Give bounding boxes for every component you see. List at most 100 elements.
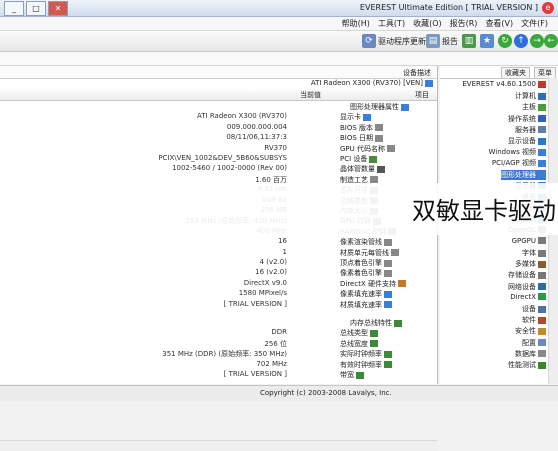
property-row[interactable]: 材质单元每管线 <box>340 248 399 258</box>
tree-item-icon <box>538 305 546 313</box>
caption-overlay: 双敏显卡驱动 <box>0 183 558 235</box>
tree-item[interactable]: 服务器 <box>515 125 546 135</box>
property-label: GPU 代码名称 <box>340 144 385 153</box>
menu-view[interactable]: 查看(V) <box>485 18 513 29</box>
property-row[interactable]: 像素渲染管线 <box>340 237 392 247</box>
minimize-button[interactable]: _ <box>4 1 24 16</box>
property-row[interactable]: 显示卡 <box>340 112 371 122</box>
property-row[interactable]: 有效时钟频率 <box>340 360 392 370</box>
report-icon[interactable]: ▤ <box>426 34 440 48</box>
property-icon <box>384 269 392 277</box>
property-label: BIOS 日期 <box>340 134 374 143</box>
property-row[interactable]: 总线类型 <box>340 328 378 338</box>
tree-item[interactable]: DirectX <box>510 293 546 303</box>
property-label: 像素着色引擎 <box>340 269 382 278</box>
property-row[interactable]: 像素着色引擎 <box>340 268 392 278</box>
tab-menu[interactable]: 菜单 <box>534 67 556 78</box>
tree-item[interactable]: 数据库 <box>515 349 546 359</box>
property-value: 1580 MPixel/s <box>238 289 287 298</box>
property-value: [ TRIAL VERSION ] <box>223 370 287 378</box>
copyright-text: Copyright (c) 2003-2008 Lavalys, Inc. <box>260 389 392 397</box>
property-row[interactable]: 带宽 <box>340 370 364 380</box>
tree-item-label: 配置 <box>522 338 536 347</box>
property-icon <box>384 350 392 358</box>
menu-favorites[interactable]: 收藏(O) <box>413 18 442 29</box>
menu-file[interactable]: 文件(F) <box>521 18 548 29</box>
tree-item-icon <box>538 260 546 268</box>
tree-item[interactable]: 计算机 <box>515 91 546 101</box>
tree-item-label: GPGPU <box>511 236 536 245</box>
property-label: 内存总线特性 <box>350 319 392 327</box>
property-row[interactable]: 晶体管数量 <box>340 164 385 174</box>
tree-item-icon <box>538 350 546 358</box>
chart-icon[interactable]: ▥ <box>462 34 476 48</box>
tree-item-label: 主板 <box>522 103 536 112</box>
property-label: 材质单元每管线 <box>340 248 389 257</box>
tree-item[interactable]: 图形处理器 <box>501 169 546 180</box>
property-row[interactable]: 实际时钟频率 <box>340 349 392 359</box>
property-value: 4 (v2.0) <box>259 258 287 266</box>
horizontal-scrollbar[interactable] <box>0 440 437 451</box>
property-icon <box>401 103 409 111</box>
tree-item[interactable]: 配置 <box>522 338 546 348</box>
column-value[interactable]: 当前值 <box>300 90 321 100</box>
forward-icon[interactable]: → <box>530 34 544 48</box>
up-icon[interactable]: ↑ <box>514 34 528 48</box>
property-row[interactable]: BIOS 版本 <box>340 123 384 133</box>
back-icon[interactable]: ← <box>544 34 558 48</box>
property-value: 009.000.000.004 <box>226 122 287 131</box>
tree-item[interactable]: 安全性 <box>515 326 546 336</box>
property-icon <box>370 340 378 348</box>
tree-item-icon <box>538 283 546 291</box>
tree-item[interactable]: 主板 <box>522 102 546 112</box>
tree-item[interactable]: 性能测试 <box>508 360 546 370</box>
tree-item-label: 计算机 <box>515 92 536 101</box>
property-row[interactable]: 总线宽度 <box>340 339 378 349</box>
tree-item[interactable]: 显示设备 <box>508 136 546 146</box>
tree-item[interactable]: 字体 <box>522 248 546 258</box>
menu-tools[interactable]: 工具(T) <box>378 18 405 29</box>
property-row[interactable]: BIOS 日期 <box>340 133 384 143</box>
property-row[interactable]: 顶点着色引擎 <box>340 258 392 268</box>
tree-item[interactable]: 存储设备 <box>508 270 546 280</box>
app-icon: e <box>542 2 554 14</box>
tree-item[interactable]: 设备 <box>522 304 546 314</box>
property-row[interactable]: DirectX 硬件支持 <box>340 279 406 289</box>
tree-item[interactable]: 网络设备 <box>508 282 546 292</box>
column-header: 项目 当前值 <box>0 89 437 101</box>
property-group[interactable]: 图形处理器属性 <box>350 102 409 112</box>
tree-item-icon <box>538 171 546 179</box>
driver-update-icon[interactable]: ⟳ <box>362 34 376 48</box>
tree-item[interactable]: 操作系统 <box>508 114 546 124</box>
tree-item[interactable]: 多媒体 <box>515 259 546 269</box>
tree-item[interactable]: EVEREST v4.60.1500 <box>462 80 546 90</box>
tab-favorites[interactable]: 收藏夹 <box>501 67 530 78</box>
menu-help[interactable]: 帮助(H) <box>342 18 370 29</box>
driver-update-label[interactable]: 驱动程序更新 <box>378 36 426 47</box>
menu-report[interactable]: 报告(R) <box>450 18 478 29</box>
status-bar: Copyright (c) 2003-2008 Lavalys, Inc. <box>0 385 558 401</box>
column-item[interactable]: 项目 <box>415 90 429 100</box>
property-row[interactable]: GPU 代码名称 <box>340 144 395 154</box>
property-row[interactable]: PCI 设备 <box>340 154 378 164</box>
property-group[interactable]: 内存总线特性 <box>350 318 402 328</box>
property-icon <box>377 165 385 173</box>
tree-item-icon <box>538 249 546 257</box>
property-row[interactable]: 材质填充速率 <box>340 300 392 310</box>
tree-item[interactable]: Windows 视频 <box>489 147 546 157</box>
maximize-button[interactable]: □ <box>26 1 46 16</box>
property-label: DirectX 硬件支持 <box>340 279 396 288</box>
favorites-icon[interactable]: ★ <box>480 34 494 48</box>
close-button[interactable]: ✕ <box>48 1 68 16</box>
property-label: 有效时钟频率 <box>340 360 382 369</box>
property-value: 1 <box>282 247 287 256</box>
tree-item[interactable]: PCI/AGP 视频 <box>492 158 546 168</box>
tree-item[interactable]: GPGPU <box>512 237 546 247</box>
refresh-icon[interactable]: ↻ <box>498 34 512 48</box>
property-row[interactable]: 像素填充速率 <box>340 289 392 299</box>
property-label: 总线类型 <box>340 329 368 338</box>
report-label[interactable]: 报告 <box>442 36 458 47</box>
window-title: EVEREST Ultimate Edition [ TRIAL VERSION… <box>359 3 538 12</box>
tree-item[interactable]: 软件 <box>522 315 546 325</box>
device-icon <box>425 80 433 87</box>
